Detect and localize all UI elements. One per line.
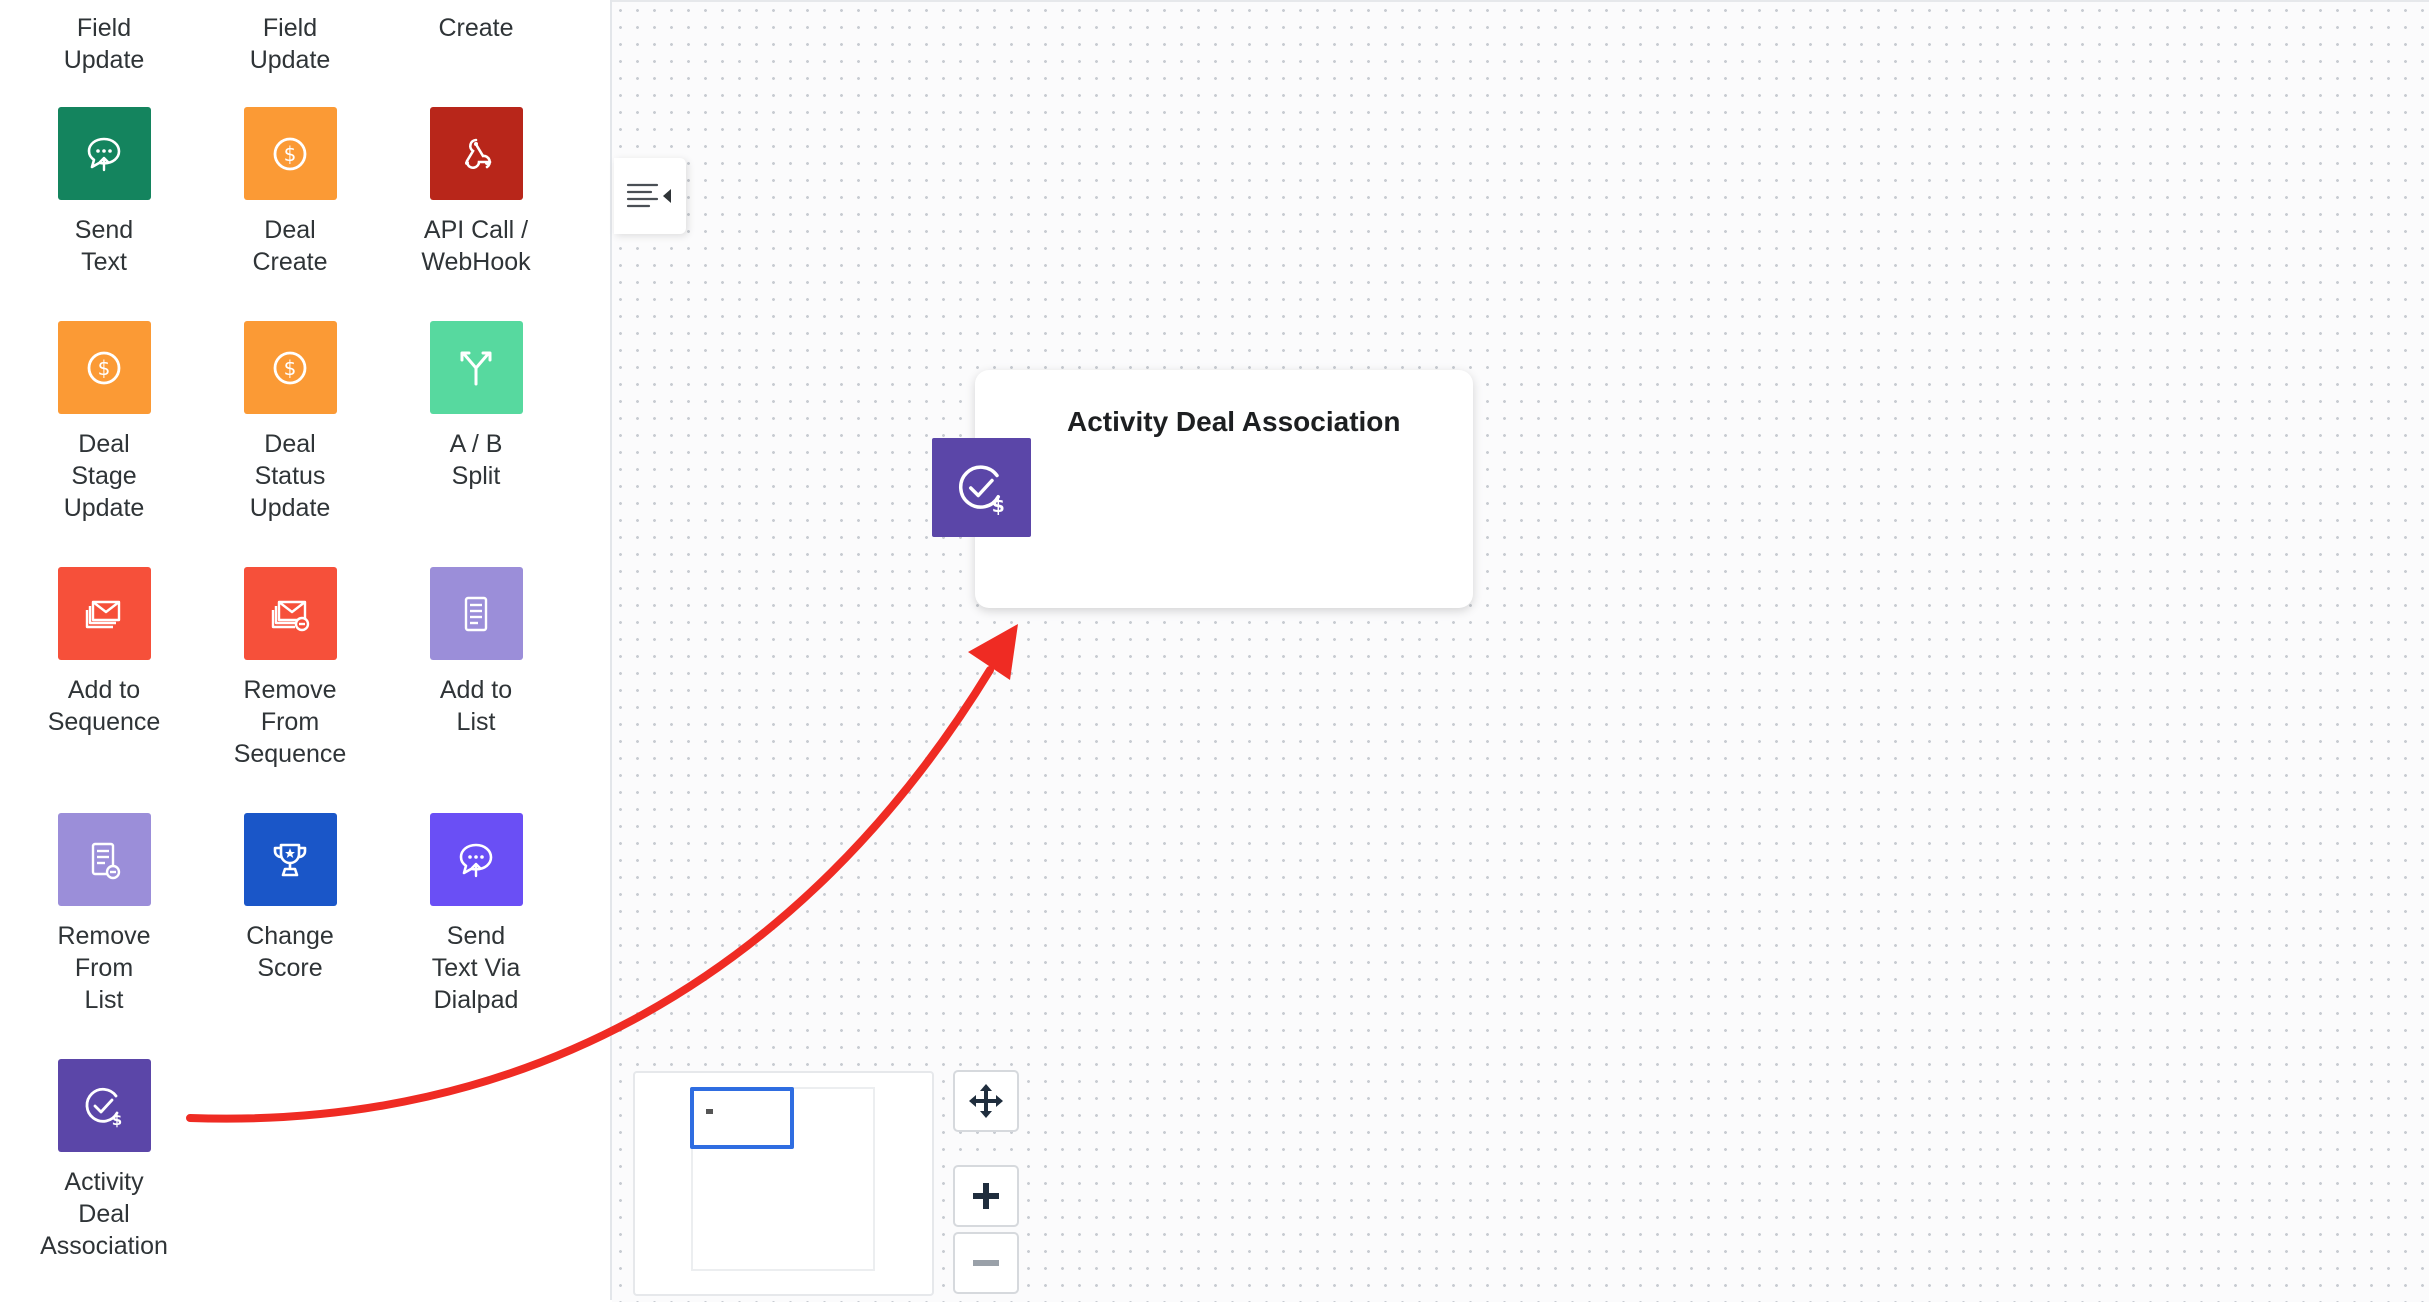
palette-item-label: A / B Split xyxy=(449,430,503,490)
zoom-out-icon xyxy=(973,1260,999,1266)
palette-item-label: Deal Create xyxy=(252,216,328,276)
collapse-panel-icon xyxy=(626,183,671,208)
palette-item[interactable]: A / B Split xyxy=(383,321,569,492)
activity-deal-icon[interactable]: $ xyxy=(57,1059,151,1152)
palette-item[interactable]: Send Text Via Dialpad xyxy=(383,813,569,1016)
move-canvas-button[interactable] xyxy=(953,1070,1019,1132)
palette-item[interactable]: $ Deal Status Update xyxy=(197,321,383,524)
list-icon[interactable] xyxy=(429,567,523,660)
zoom-in-icon xyxy=(973,1183,999,1209)
chat-icon[interactable] xyxy=(429,813,523,906)
palette-item-label: Deal Stage Update xyxy=(63,430,145,522)
palette-item[interactable]: Create xyxy=(383,0,569,44)
svg-text:$: $ xyxy=(284,356,297,380)
palette-item[interactable]: API Call / WebHook xyxy=(383,107,569,278)
palette-item-label: API Call / WebHook xyxy=(421,216,531,276)
palette-item-label: Remove From Sequence xyxy=(233,676,347,768)
palette-item-label: Add to List xyxy=(439,676,513,736)
palette-item-label: Add to Sequence xyxy=(47,676,161,736)
svg-text:$: $ xyxy=(112,1111,122,1129)
palette-item-label: Field Update xyxy=(63,14,145,74)
palette-item-label: Send Text Via Dialpad xyxy=(431,922,521,1014)
split-icon[interactable] xyxy=(429,321,523,414)
palette-item-label: Activity Deal Association xyxy=(40,1168,168,1260)
mail-remove-icon[interactable] xyxy=(243,567,337,660)
dollar-icon[interactable]: $ xyxy=(243,107,337,200)
move-icon xyxy=(969,1084,1003,1118)
action-palette-sidebar: Field Update Field Update Create Send Text $… xyxy=(0,0,612,1300)
trophy-icon[interactable] xyxy=(243,813,337,906)
svg-text:$: $ xyxy=(284,142,297,166)
chat-icon[interactable] xyxy=(57,107,151,200)
dollar-icon[interactable]: $ xyxy=(57,321,151,414)
palette-item[interactable]: $ Activity Deal Association xyxy=(11,1059,197,1262)
palette-item-label: Send Text xyxy=(74,216,134,276)
svg-text:$: $ xyxy=(98,356,111,380)
zoom-out-button[interactable] xyxy=(953,1232,1019,1294)
minimap-viewport[interactable] xyxy=(690,1087,794,1149)
workflow-node-card[interactable]: Activity Deal Association xyxy=(975,370,1473,608)
collapse-sidebar-button[interactable] xyxy=(614,158,686,234)
palette-item[interactable]: Add to Sequence xyxy=(11,567,197,738)
dollar-icon[interactable]: $ xyxy=(243,321,337,414)
palette-item-label: Remove From List xyxy=(57,922,151,1014)
list-remove-icon[interactable] xyxy=(57,813,151,906)
minimap[interactable] xyxy=(633,1071,934,1296)
palette-item[interactable]: Add to List xyxy=(383,567,569,738)
palette-item[interactable]: Remove From Sequence xyxy=(197,567,383,770)
node-title: Activity Deal Association xyxy=(1067,406,1401,437)
palette-item[interactable]: Field Update xyxy=(11,0,197,76)
palette-item-label: Deal Status Update xyxy=(249,430,331,522)
zoom-in-button[interactable] xyxy=(953,1165,1019,1227)
palette-item[interactable]: $ Deal Stage Update xyxy=(11,321,197,524)
minimap-node-marker xyxy=(706,1109,713,1114)
palette-item[interactable]: Change Score xyxy=(197,813,383,984)
palette-item[interactable]: Send Text xyxy=(11,107,197,278)
palette-item[interactable]: $ Deal Create xyxy=(197,107,383,278)
palette-item-label: Create xyxy=(438,14,514,42)
palette-item[interactable]: Remove From List xyxy=(11,813,197,1016)
activity-deal-icon[interactable]: $ xyxy=(932,438,1031,537)
palette-item[interactable]: Field Update xyxy=(197,0,383,76)
mail-stack-icon[interactable] xyxy=(57,567,151,660)
webhook-icon[interactable] xyxy=(429,107,523,200)
svg-text:$: $ xyxy=(991,495,1004,516)
palette-item-label: Field Update xyxy=(249,14,331,74)
palette-item-label: Change Score xyxy=(246,922,334,982)
